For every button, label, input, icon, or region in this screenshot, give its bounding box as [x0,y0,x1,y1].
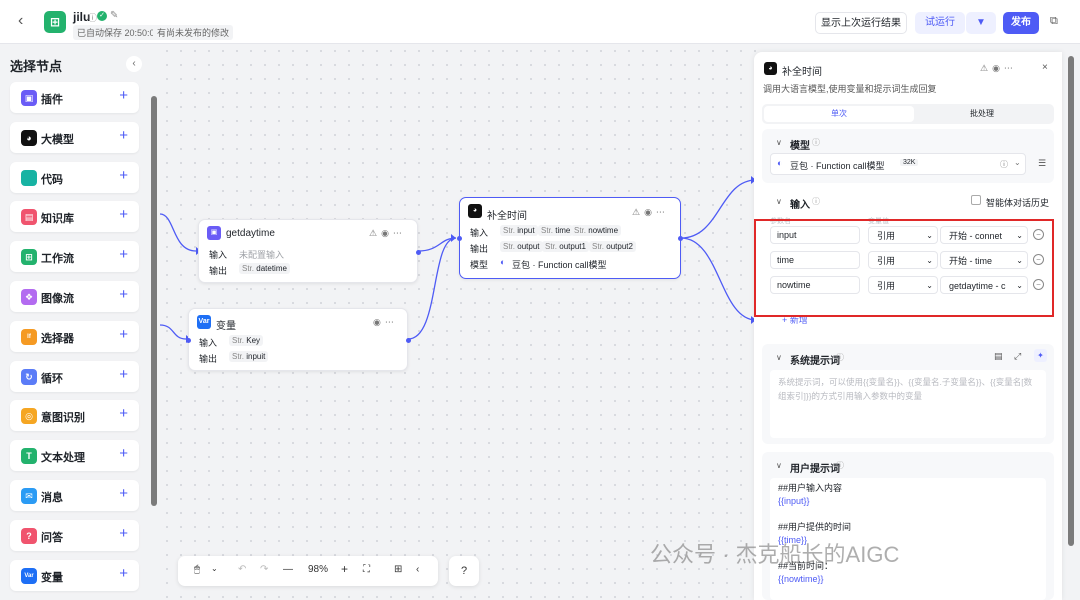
highlight-box [754,219,1054,317]
output-label: 输出 [470,244,489,254]
redo-icon[interactable]: ↷ [260,564,268,575]
model-section: ∨ 模型 ⓘ ◐ 豆包 · Function call模型 32K ⓘ ⌄ ☰ [762,129,1054,183]
input-label: 输入 [199,338,218,348]
panel-scrollbar[interactable] [1068,56,1074,546]
panel-actions-icon[interactable]: ⚠◉⋯ [980,63,1017,74]
plugin-icon: ▣ [207,226,221,240]
input-value: 未配置输入 [239,250,285,260]
zoom-level[interactable]: 98% [308,564,328,575]
mode-tabs: 单次 批处理 [762,104,1054,124]
canvas-toolbar: 🖱 ⌄ ↶ ↷ — 98% + ⛶ ⊞ ‹ [178,556,438,586]
node-title: 补全时间 [487,211,527,222]
input-tag: Str. Key [229,335,264,346]
panel-title: 补全时间 [782,67,822,78]
llm-node[interactable]: ◕ 补全时间 ⚠◉⋯ 输入 Str. input Str. time Str. … [457,197,683,279]
chevron-down-icon[interactable]: ∨ [776,353,782,362]
model-badge: 32K [900,159,919,166]
doubao-icon: ◐ [777,158,783,168]
prompt-line: {{nowtime}} [778,574,824,584]
chevron-down-icon[interactable]: ⌄ [1014,158,1021,167]
info-icon[interactable]: ⓘ [1000,159,1008,170]
input-port[interactable] [186,338,191,343]
edge-llm-out2 [680,237,757,321]
output-label: 输出 [199,354,218,364]
prompt-line: ##用户输入内容 [778,483,843,493]
history-label: 智能体对话历史 [986,198,1050,208]
llm-icon: ◕ [468,204,482,218]
info-icon[interactable]: ⓘ [812,196,820,207]
output-tag: Str. output2 [589,241,636,252]
output-port[interactable] [406,338,411,343]
chevron-down-icon[interactable]: ∨ [776,197,782,206]
output-tag: Str. output [500,241,543,252]
library-icon[interactable]: ▤ [994,351,1003,362]
expand-icon[interactable]: ⤢ [1014,351,1021,362]
model-value: 豆包 · Function call模型 [512,260,607,270]
info-icon[interactable]: ⓘ [812,137,820,148]
panel-description: 调用大语言模型,使用变量和提示词生成回复 [763,84,937,94]
edge-start-getdaytime [159,213,197,252]
model-label: 模型 [470,260,489,270]
watermark: 公众号 · 杰克船长的AIGC [650,542,900,567]
input-section-title: 输入 [790,200,810,211]
system-prompt-input[interactable]: 系统提示词，可以使用{{变量名}}、{{变量名.子变量名}}、{{变量名[数组索… [770,370,1046,438]
system-prompt-title: 系统提示词 [790,356,840,367]
input-label: 输入 [209,250,228,260]
layout-icon[interactable]: ⊞ [394,564,402,575]
comment-icon[interactable]: ‹ [416,564,419,575]
undo-icon[interactable]: ↶ [238,564,246,575]
output-label: 输出 [209,266,228,276]
prompt-line: ##用户提供的时间 [778,522,852,532]
node-title: 变量 [216,321,236,332]
llm-icon: ◕ [764,62,777,75]
info-icon[interactable]: ⓘ [836,460,844,471]
zoom-out-icon[interactable]: — [283,564,293,575]
getdaytime-node[interactable]: ▣ getdaytime ⚠◉⋯ 输入 未配置输入 输出 Str. dateti… [198,219,421,283]
chevron-down-icon[interactable]: ∨ [776,138,782,147]
settings-icon[interactable]: ☰ [1038,158,1046,169]
output-tag: Str. datetime [239,263,290,274]
edge-llm-out1 [680,179,757,239]
mouse-icon[interactable]: 🖱 [194,564,200,575]
input-tag: Str. nowtime [571,225,622,236]
variable-icon: Var [197,315,211,329]
user-prompt-title: 用户提示词 [790,464,840,475]
tab-single[interactable]: 单次 [764,106,914,122]
model-name: 豆包 · Function call模型 [790,161,885,171]
model-select[interactable]: ◐ 豆包 · Function call模型 32K ⓘ ⌄ [770,153,1026,175]
chevron-down-icon[interactable]: ∨ [776,461,782,470]
model-section-title: 模型 [790,141,810,152]
help-icon[interactable]: ? [449,556,479,586]
node-config-panel: ◕ 补全时间 ⚠◉⋯ × 调用大语言模型,使用变量和提示词生成回复 单次 批处理… [754,52,1062,600]
output-tag: Str. inpuit [229,351,269,362]
prompt-line: {{input}} [778,496,810,506]
input-port[interactable] [457,236,462,241]
chevron-down-icon[interactable]: ⌄ [211,564,218,573]
edge-start-variable [159,324,187,340]
info-icon[interactable]: ⓘ [836,352,844,363]
node-actions-icon[interactable]: ◉⋯ [373,317,398,328]
variable-node[interactable]: Var 变量 ◉⋯ 输入 Str. Key 输出 Str. inpuit [186,308,411,371]
ai-optimize-icon[interactable]: ✦ [1034,349,1047,362]
system-prompt-section: ∨ 系统提示词 ⓘ ▤ ⤢ ✦ 系统提示词，可以使用{{变量名}}、{{变量名.… [762,344,1054,444]
input-label: 输入 [470,228,489,238]
output-port[interactable] [416,250,421,255]
zoom-in-icon[interactable]: + [341,562,348,576]
history-checkbox[interactable] [971,195,981,205]
tab-batch[interactable]: 批处理 [912,106,1052,122]
doubao-icon: ◐ [500,257,506,267]
fit-view-icon[interactable]: ⛶ [363,564,370,575]
input-tag: Str. input [500,225,538,236]
node-actions-icon[interactable]: ⚠◉⋯ [632,207,669,218]
node-title: getdaytime [226,228,275,239]
output-port[interactable] [678,236,683,241]
prompt-line [778,508,1038,521]
node-actions-icon[interactable]: ⚠◉⋯ [369,228,406,239]
close-icon[interactable]: × [1042,62,1048,73]
output-tag: Str. output1 [542,241,589,252]
input-tag: Str. time [538,225,574,236]
user-prompt-section: ∨ 用户提示词 ⓘ ##用户输入内容 {{input}} ##用户提供的时间 {{ti… [762,452,1054,600]
